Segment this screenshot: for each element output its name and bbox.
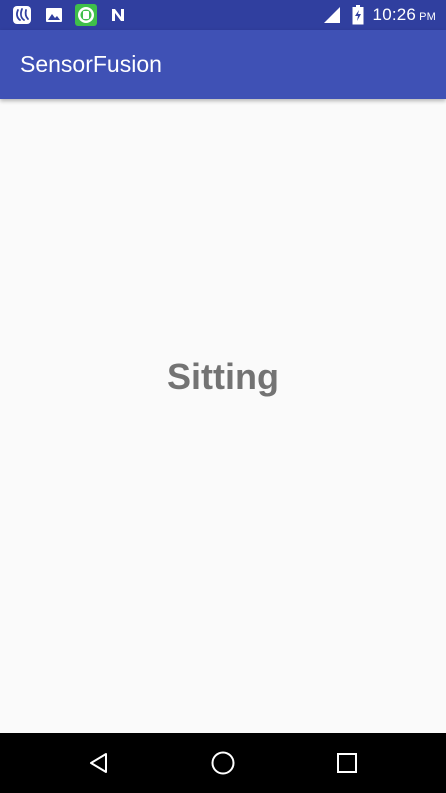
recents-button[interactable] [332,748,362,778]
signal-icon [321,5,343,25]
main-content: Sitting [0,99,446,733]
activity-label: Sitting [167,356,279,397]
recents-icon [337,753,357,773]
clock: 10:26 PM [373,5,436,25]
back-icon [90,753,107,773]
system-indicators: 10:26 PM [321,5,436,25]
app-title: SensorFusion [20,51,162,77]
clock-ampm: PM [419,11,436,23]
back-button[interactable] [84,748,114,778]
status-bar: 10:26 PM [0,0,446,30]
saavn-icon [11,5,33,25]
battery-icon [352,5,364,25]
navigation-bar [0,733,446,793]
clock-time: 10:26 [372,5,417,24]
notification-icons [11,4,129,26]
app-bar: SensorFusion [0,30,446,99]
home-button[interactable] [208,748,238,778]
n-app-icon [107,5,129,25]
whatsapp-icon [75,4,97,26]
home-icon [211,751,235,775]
screen: 10:26 PM SensorFusion Sitting [0,0,446,793]
image-icon [43,5,65,25]
